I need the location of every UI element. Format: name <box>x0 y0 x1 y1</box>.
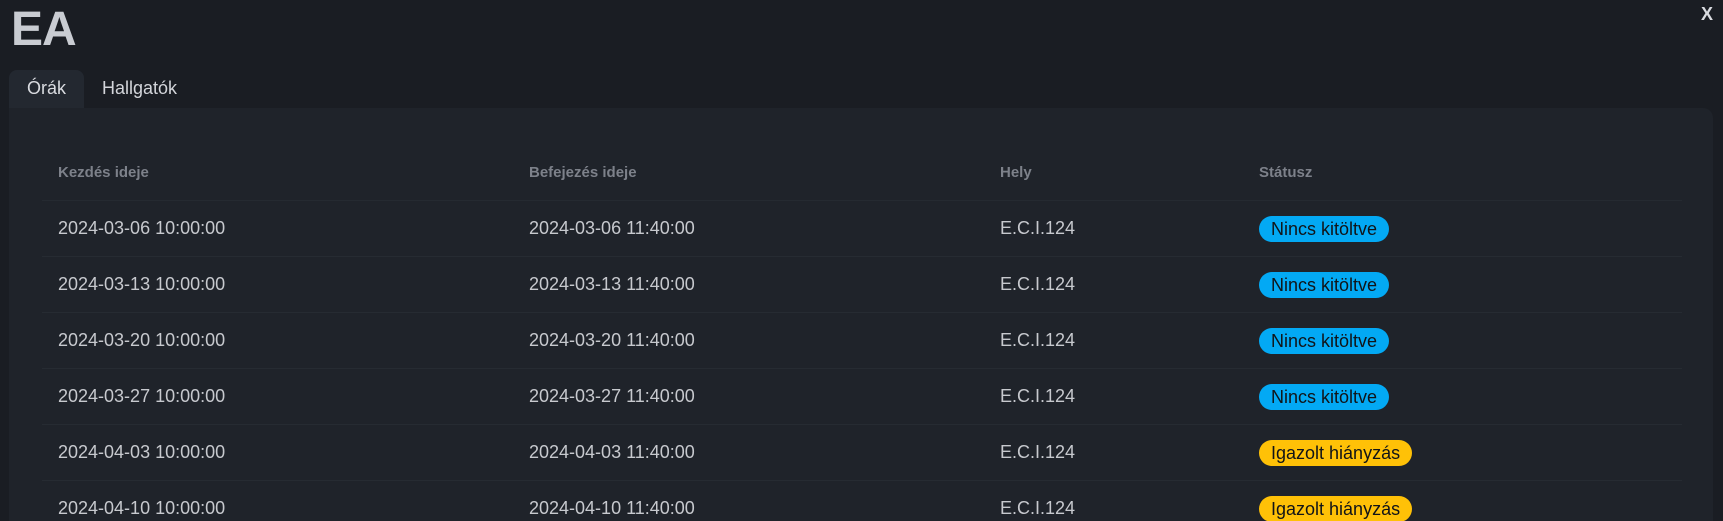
cell-end-time: 2024-03-06 11:40:00 <box>513 200 984 257</box>
table-row[interactable]: 2024-03-06 10:00:00 2024-03-06 11:40:00 E.… <box>42 200 1682 257</box>
status-badge: Nincs kitöltve <box>1259 383 1390 410</box>
tab-panel: Kezdés ideje Befejezés ideje Hely Státus… <box>9 108 1713 521</box>
cell-start-time: 2024-03-20 10:00:00 <box>42 312 513 369</box>
column-header-end[interactable]: Befejezés ideje <box>513 144 984 201</box>
course-dialog: EA X Órák Hallgatók Kezdés ideje Befejez… <box>0 0 1723 521</box>
cell-start-time: 2024-04-10 10:00:00 <box>42 480 513 521</box>
status-badge: Nincs kitöltve <box>1259 271 1390 298</box>
cell-place: E.C.I.124 <box>984 480 1243 521</box>
tab-bar: Órák Hallgatók <box>9 70 195 108</box>
cell-status: Igazolt hiányzás <box>1243 480 1682 521</box>
cell-status: Nincs kitöltve <box>1243 256 1682 313</box>
table-row[interactable]: 2024-03-20 10:00:00 2024-03-20 11:40:00 E.… <box>42 312 1682 369</box>
cell-end-time: 2024-04-03 11:40:00 <box>513 424 984 481</box>
cell-start-time: 2024-04-03 10:00:00 <box>42 424 513 481</box>
classes-table: Kezdés ideje Befejezés ideje Hely Státus… <box>42 144 1682 521</box>
column-header-place[interactable]: Hely <box>984 144 1243 201</box>
table-row[interactable]: 2024-03-13 10:00:00 2024-03-13 11:40:00 E.… <box>42 256 1682 313</box>
column-header-start[interactable]: Kezdés ideje <box>42 144 513 201</box>
table-row[interactable]: 2024-04-03 10:00:00 2024-04-03 11:40:00 E.… <box>42 424 1682 481</box>
cell-place: E.C.I.124 <box>984 312 1243 369</box>
cell-place: E.C.I.124 <box>984 256 1243 313</box>
table-row[interactable]: 2024-03-27 10:00:00 2024-03-27 11:40:00 E.… <box>42 368 1682 425</box>
page-title: EA <box>11 3 77 56</box>
cell-start-time: 2024-03-13 10:00:00 <box>42 256 513 313</box>
tab-hallgatok[interactable]: Hallgatók <box>84 70 195 108</box>
table-header-row: Kezdés ideje Befejezés ideje Hely Státus… <box>42 144 1682 201</box>
status-badge: Nincs kitöltve <box>1259 327 1390 354</box>
cell-end-time: 2024-04-10 11:40:00 <box>513 480 984 521</box>
tab-orak[interactable]: Órák <box>9 70 85 108</box>
cell-status: Nincs kitöltve <box>1243 200 1682 257</box>
cell-status: Nincs kitöltve <box>1243 368 1682 425</box>
cell-end-time: 2024-03-13 11:40:00 <box>513 256 984 313</box>
cell-place: E.C.I.124 <box>984 424 1243 481</box>
close-button[interactable]: X <box>1701 4 1713 24</box>
cell-start-time: 2024-03-27 10:00:00 <box>42 368 513 425</box>
cell-place: E.C.I.124 <box>984 368 1243 425</box>
cell-start-time: 2024-03-06 10:00:00 <box>42 200 513 257</box>
status-badge: Nincs kitöltve <box>1259 215 1390 242</box>
cell-status: Igazolt hiányzás <box>1243 424 1682 481</box>
cell-end-time: 2024-03-20 11:40:00 <box>513 312 984 369</box>
table-body: 2024-03-06 10:00:00 2024-03-06 11:40:00 E.… <box>42 200 1682 521</box>
cell-status: Nincs kitöltve <box>1243 312 1682 369</box>
cell-end-time: 2024-03-27 11:40:00 <box>513 368 984 425</box>
status-badge: Igazolt hiányzás <box>1259 495 1413 521</box>
status-badge: Igazolt hiányzás <box>1259 439 1413 466</box>
cell-place: E.C.I.124 <box>984 200 1243 257</box>
table-row[interactable]: 2024-04-10 10:00:00 2024-04-10 11:40:00 E.… <box>42 480 1682 521</box>
column-header-status[interactable]: Státusz <box>1243 144 1682 201</box>
